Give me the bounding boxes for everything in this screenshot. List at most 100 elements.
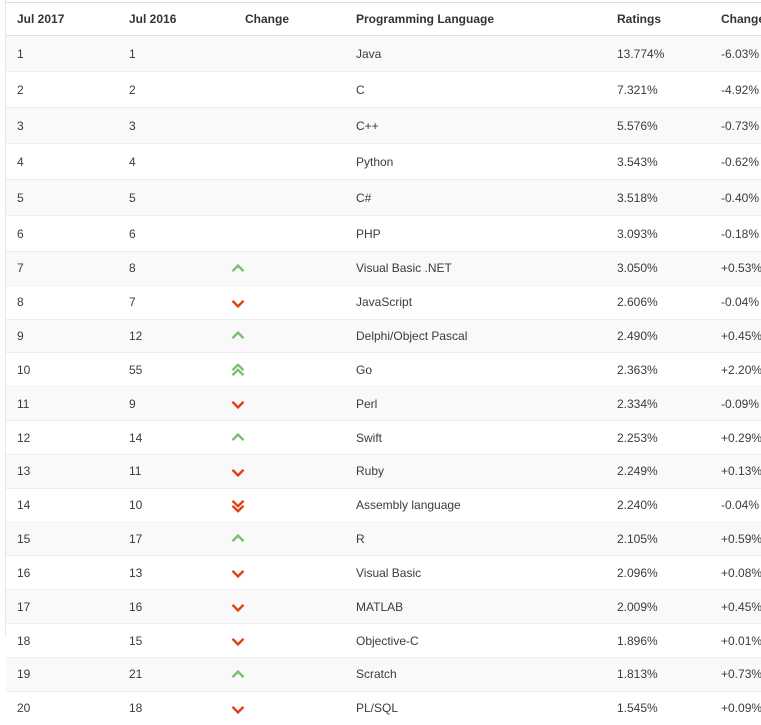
table-row[interactable]: 8 7 JavaScript 2.606% -0.04% [6,284,761,320]
cell-ratings: 2.105% [609,521,715,556]
cell-change-arrow [231,589,347,624]
cell-rank-current: 3 [6,107,118,144]
cell-change-arrow [231,71,347,108]
ranking-page: Jul 2017 Jul 2016 Change Programming Lan… [0,0,761,725]
chevron-double-down-icon [231,499,245,513]
cell-change-arrow [231,555,347,590]
table-row[interactable]: 20 18 PL/SQL 1.545% +0.09% [6,690,761,725]
cell-change-arrow [231,179,347,216]
column-header-rank-current[interactable]: Jul 2017 [6,2,118,36]
cell-rank-previous: 21 [118,656,231,692]
cell-ratings: 2.490% [609,318,715,353]
cell-change-arrow [231,386,347,421]
table-row[interactable]: 12 14 Swift 2.253% +0.29% [6,420,761,455]
column-header-language[interactable]: Programming Language [347,2,609,36]
chevron-down-icon [231,465,245,479]
chevron-up-icon [231,532,245,546]
column-header-ratings[interactable]: Ratings [609,2,715,36]
language-ranking-table: Jul 2017 Jul 2016 Change Programming Lan… [6,2,761,725]
cell-ratings: 2.606% [609,284,715,320]
table-row[interactable]: 1 1 Java 13.774% -6.03% [6,35,761,72]
cell-language[interactable]: MATLAB [347,589,609,624]
table-row[interactable]: 7 8 Visual Basic .NET 3.050% +0.53% [6,251,761,286]
table-row[interactable]: 2 2 C 7.321% -4.92% [6,71,761,108]
cell-rank-previous: 12 [118,318,231,353]
cell-rank-current: 1 [6,35,118,72]
cell-rank-previous: 9 [118,386,231,421]
cell-change-pct: +0.53% [715,251,761,286]
cell-change-arrow [231,35,347,72]
column-header-change-pct[interactable]: Change [715,2,761,36]
no-change-placeholder [231,153,245,167]
table-row[interactable]: 6 6 PHP 3.093% -0.18% [6,215,761,252]
cell-change-arrow [231,318,347,353]
chevron-up-icon [231,668,245,682]
cell-language[interactable]: Go [347,352,609,387]
table-header: Jul 2017 Jul 2016 Change Programming Lan… [6,2,761,36]
cell-language[interactable]: R [347,521,609,556]
cell-language[interactable]: Swift [347,420,609,455]
cell-change-pct: +0.45% [715,589,761,624]
cell-rank-current: 14 [6,487,118,523]
column-header-change-arrow[interactable]: Change [231,2,347,36]
table-row[interactable]: 13 11 Ruby 2.249% +0.13% [6,453,761,489]
table-row[interactable]: 17 16 MATLAB 2.009% +0.45% [6,589,761,624]
cell-change-arrow [231,143,347,180]
cell-language[interactable]: Delphi/Object Pascal [347,318,609,353]
cell-ratings: 1.896% [609,623,715,658]
table-row[interactable]: 3 3 C++ 5.576% -0.73% [6,107,761,144]
cell-language[interactable]: Scratch [347,656,609,692]
cell-rank-previous: 10 [118,487,231,523]
cell-ratings: 5.576% [609,107,715,144]
table-row[interactable]: 10 55 Go 2.363% +2.20% [6,352,761,387]
table-row[interactable]: 16 13 Visual Basic 2.096% +0.08% [6,555,761,590]
cell-change-pct: -0.40% [715,179,761,216]
chevron-down-icon [231,566,245,580]
cell-language[interactable]: Ruby [347,453,609,489]
cell-rank-current: 18 [6,623,118,658]
cell-language[interactable]: C++ [347,107,609,144]
cell-language[interactable]: Perl [347,386,609,421]
cell-change-pct: -0.73% [715,107,761,144]
cell-language[interactable]: C# [347,179,609,216]
table-row[interactable]: 11 9 Perl 2.334% -0.09% [6,386,761,421]
cell-change-pct: -4.92% [715,71,761,108]
cell-change-arrow [231,521,347,556]
cell-ratings: 2.096% [609,555,715,590]
table-row[interactable]: 14 10 Assembly language 2.240% -0.04% [6,487,761,523]
cell-language[interactable]: Objective-C [347,623,609,658]
table-row[interactable]: 18 15 Objective-C 1.896% +0.01% [6,623,761,658]
cell-ratings: 2.249% [609,453,715,489]
cell-change-pct: -0.62% [715,143,761,180]
cell-rank-current: 2 [6,71,118,108]
table-row[interactable]: 5 5 C# 3.518% -0.40% [6,179,761,216]
cell-change-arrow [231,453,347,489]
cell-change-pct: +0.13% [715,453,761,489]
table-row[interactable]: 19 21 Scratch 1.813% +0.73% [6,656,761,692]
cell-language[interactable]: Python [347,143,609,180]
cell-change-pct: -0.04% [715,487,761,523]
cell-rank-current: 5 [6,179,118,216]
cell-language[interactable]: JavaScript [347,284,609,320]
cell-language[interactable]: Visual Basic [347,555,609,590]
table-row[interactable]: 15 17 R 2.105% +0.59% [6,521,761,556]
cell-change-pct: -0.09% [715,386,761,421]
table-body: 1 1 Java 13.774% -6.03% 2 2 C 7.321% -4.92% 3 3 C++ 5… [6,35,761,725]
cell-language[interactable]: PL/SQL [347,690,609,725]
cell-language[interactable]: Assembly language [347,487,609,523]
cell-change-pct: -0.04% [715,284,761,320]
header-row: Jul 2017 Jul 2016 Change Programming Lan… [6,2,761,36]
cell-language[interactable]: Visual Basic .NET [347,251,609,286]
cell-rank-previous: 55 [118,352,231,387]
table-row[interactable]: 9 12 Delphi/Object Pascal 2.490% +0.45% [6,318,761,353]
cell-rank-current: 19 [6,656,118,692]
chevron-down-icon [231,397,245,411]
column-header-rank-previous[interactable]: Jul 2016 [118,2,231,36]
cell-language[interactable]: C [347,71,609,108]
cell-language[interactable]: PHP [347,215,609,252]
cell-rank-previous: 7 [118,284,231,320]
table-row[interactable]: 4 4 Python 3.543% -0.62% [6,143,761,180]
no-change-placeholder [231,189,245,203]
cell-language[interactable]: Java [347,35,609,72]
chevron-down-icon [231,600,245,614]
